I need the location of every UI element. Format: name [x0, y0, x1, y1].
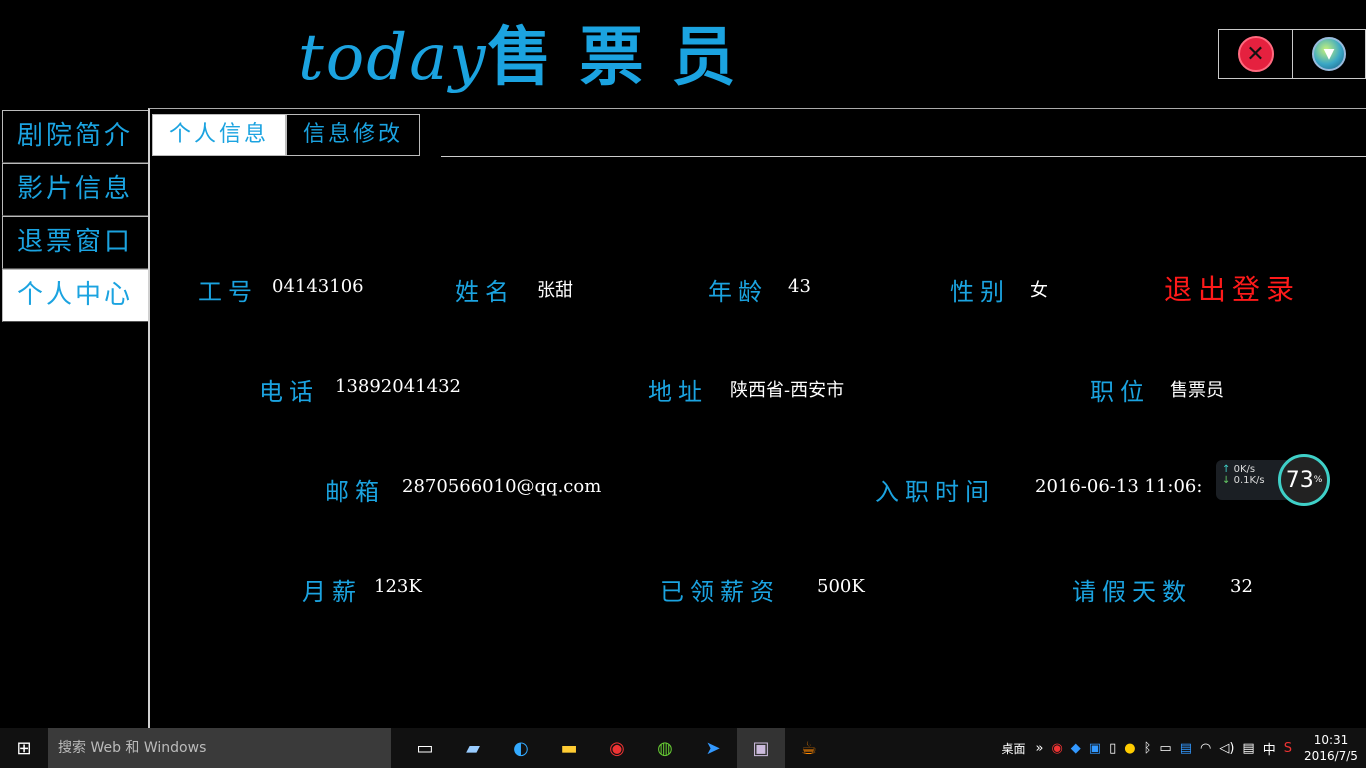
app-title-cn: 售票员	[487, 20, 764, 95]
melon-icon[interactable]: ◍	[641, 728, 689, 768]
address-label: 地址	[648, 378, 708, 406]
taskbar-apps: ▭ ▰ ◐ ▬ ◉ ◍ ➤ ▣ ☕	[401, 728, 833, 768]
sidebar-item-theater-intro[interactable]: 剧院简介	[2, 110, 149, 163]
task-view-icon[interactable]: ▭	[401, 728, 449, 768]
qq-icon[interactable]: ●	[1124, 741, 1135, 756]
id-label: 工号	[198, 278, 258, 306]
start-button[interactable]: ⊞	[0, 728, 48, 768]
chevron-right-icon[interactable]: »	[1035, 741, 1043, 756]
taskbar: ⊞ 搜索 Web 和 Windows ▭ ▰ ◐ ▬ ◉ ◍ ➤ ▣ ☕ 桌面 …	[0, 728, 1366, 768]
wifi-icon[interactable]: ◠	[1200, 741, 1211, 756]
phone-value: 13892041432	[335, 376, 461, 397]
system-tray: 桌面 » ◉ ◆ ▣ ▯ ● ᛒ ▭ ▤ ◠ ◁) ▤ 中 S 10:31 20…	[1001, 728, 1366, 768]
gender-value: 女	[1030, 280, 1048, 301]
age-label: 年龄	[708, 278, 768, 306]
position-value: 售票员	[1170, 380, 1224, 401]
java-icon[interactable]: ☕	[785, 728, 833, 768]
leave-days-value: 32	[1230, 576, 1253, 597]
memory-gauge: 73%	[1278, 454, 1330, 506]
bluetooth-icon[interactable]: ᛒ	[1144, 741, 1152, 756]
leave-days-label: 请假天数	[1072, 578, 1192, 606]
volume-icon[interactable]: ◁)	[1219, 741, 1234, 756]
logout-button[interactable]: 退出登录	[1164, 268, 1300, 308]
address-value: 陕西省-西安市	[730, 380, 845, 401]
clock-date: 2016/7/5	[1304, 749, 1358, 763]
paid-salary-label: 已领薪资	[660, 578, 780, 606]
network-widget[interactable]: ↑ 0K/s ↓ 0.1K/s 73%	[1216, 454, 1334, 506]
paid-salary-value: 500K	[817, 576, 865, 597]
minimize-icon: ▼	[1312, 37, 1346, 71]
sidebar: 剧院简介 影片信息 退票窗口 个人中心	[2, 110, 149, 322]
sidebar-item-refund[interactable]: 退票窗口	[2, 216, 149, 269]
download-speed: 0.1	[1233, 475, 1250, 486]
music-icon[interactable]: ◉	[593, 728, 641, 768]
id-value: 04143106	[272, 276, 364, 297]
shield-icon[interactable]: ◆	[1071, 741, 1081, 756]
explorer-icon[interactable]: ▬	[545, 728, 593, 768]
content-panel	[148, 108, 1366, 728]
salary-value: 123K	[374, 576, 422, 597]
tab-edit-info[interactable]: 信息修改	[286, 114, 421, 156]
sidebar-item-personal-center[interactable]: 个人中心	[2, 269, 149, 322]
window-controls: ✕ ▼	[1218, 29, 1366, 79]
phone-icon[interactable]: ▯	[1109, 741, 1116, 756]
name-value: 张甜	[537, 280, 573, 301]
sidebar-item-movie-info[interactable]: 影片信息	[2, 163, 149, 216]
input-icon[interactable]: ▣	[1089, 741, 1101, 756]
tab-personal-info[interactable]: 个人信息	[152, 114, 287, 156]
taskbar-search[interactable]: 搜索 Web 和 Windows	[48, 728, 391, 768]
windows-icon: ⊞	[16, 737, 32, 759]
memory-percent-sign: %	[1313, 475, 1323, 485]
clock[interactable]: 10:31 2016/7/5	[1296, 732, 1366, 764]
hire-date-label: 入职时间	[875, 478, 995, 506]
name-label: 姓名	[455, 278, 515, 306]
minimize-button[interactable]: ▼	[1292, 30, 1365, 78]
browser-icon[interactable]: ◐	[497, 728, 545, 768]
close-icon: ✕	[1237, 36, 1274, 72]
dolphin-icon[interactable]: ➤	[689, 728, 737, 768]
email-label: 邮箱	[325, 478, 385, 506]
position-label: 职位	[1090, 378, 1150, 406]
salary-label: 月薪	[302, 578, 362, 606]
notification-icon[interactable]: ▤	[1242, 741, 1254, 756]
clock-time: 10:31	[1313, 733, 1349, 747]
tab-bar: 个人信息 信息修改	[152, 114, 421, 156]
hire-date-value: 2016-06-13 11:06:	[1035, 476, 1203, 497]
tab-divider	[441, 156, 1366, 157]
download-unit: K/s	[1249, 475, 1265, 486]
app-notes-icon[interactable]: ▰	[449, 728, 497, 768]
memory-percent: 73	[1285, 467, 1314, 493]
desktop-label[interactable]: 桌面	[1001, 740, 1025, 757]
app-title-latin: today	[298, 21, 488, 95]
app-title: today售票员	[298, 6, 764, 98]
notebook-icon[interactable]: ▤	[1180, 741, 1192, 756]
email-value: 2870566010@qq.com	[402, 476, 602, 497]
monitor-icon[interactable]: ▭	[1159, 741, 1171, 756]
netease-icon[interactable]: ◉	[1051, 741, 1062, 756]
close-button[interactable]: ✕	[1219, 30, 1292, 78]
upload-unit: K/s	[1239, 464, 1256, 475]
photo-app-icon[interactable]: ▣	[737, 728, 785, 768]
sogou-icon[interactable]: S	[1284, 741, 1292, 756]
phone-label: 电话	[259, 378, 319, 406]
language-indicator[interactable]: 中	[1263, 739, 1276, 758]
gender-label: 性别	[950, 278, 1010, 306]
age-value: 43	[788, 276, 811, 297]
